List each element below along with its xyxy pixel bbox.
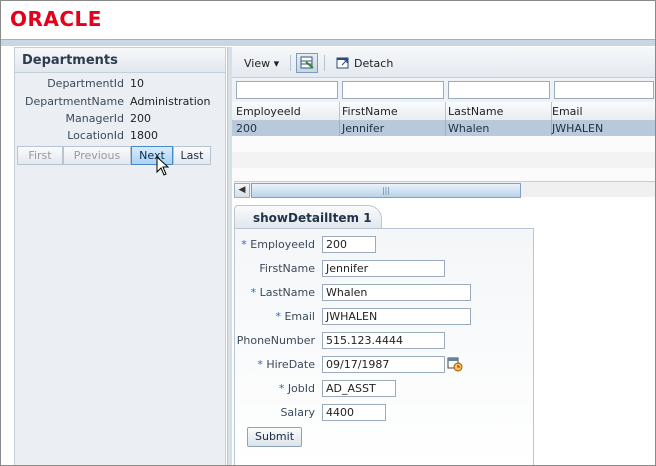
cell-email: JWHALEN <box>552 122 604 135</box>
email-input[interactable]: JWHALEN <box>322 308 471 325</box>
mouse-cursor-icon <box>156 156 170 176</box>
column-separator[interactable] <box>445 102 446 120</box>
salary-input[interactable]: 4400 <box>322 404 386 421</box>
hire-date-label: * HireDate <box>257 358 315 371</box>
employee-id-input[interactable]: 200 <box>322 236 376 253</box>
table-header: EmployeeId FirstName LastName Email <box>232 102 655 121</box>
header-bar <box>1 39 655 46</box>
last-name-input[interactable]: Whalen <box>322 284 471 301</box>
oracle-logo: ORACLE <box>10 7 102 31</box>
department-id-row: DepartmentId 10 <box>15 77 225 93</box>
scrollbar-thumb[interactable]: ||| <box>251 183 521 198</box>
location-id-value: 1800 <box>130 129 158 142</box>
filter-row <box>232 78 655 102</box>
table-toolbar: View ▾ Detach <box>232 47 655 78</box>
manager-id-row: ManagerId 200 <box>15 112 225 128</box>
freeze-button[interactable] <box>296 53 318 73</box>
department-id-value: 10 <box>130 77 144 90</box>
column-header-last-name[interactable]: LastName <box>448 105 503 118</box>
job-id-label: * JobId <box>278 382 315 395</box>
manager-id-value: 200 <box>130 112 151 125</box>
column-separator[interactable] <box>339 102 340 120</box>
filter-first-name[interactable] <box>342 81 444 99</box>
horizontal-scrollbar[interactable]: ◀ ||| <box>234 181 655 198</box>
phone-number-input[interactable]: 515.123.4444 <box>322 332 445 349</box>
filter-employee-id[interactable] <box>236 81 338 99</box>
departments-panel: Departments DepartmentId 10 DepartmentNa… <box>14 47 226 465</box>
departments-panel-header: Departments <box>15 48 225 73</box>
department-id-label: DepartmentId <box>47 77 124 90</box>
table-row[interactable]: 200 Jennifer Whalen JWHALEN <box>232 120 655 136</box>
manager-id-label: ManagerId <box>65 112 124 125</box>
department-name-label: DepartmentName <box>24 95 124 108</box>
detach-button[interactable]: Detach <box>354 57 393 70</box>
toolbar-separator <box>290 55 291 71</box>
employees-area: View ▾ Detach EmployeeId FirstName LastN… <box>232 47 655 465</box>
header: ORACLE <box>1 1 655 39</box>
first-name-label: FirstName <box>259 262 315 275</box>
email-label: * Email <box>275 310 315 323</box>
cell-employee-id: 200 <box>236 122 257 135</box>
scroll-left-arrow-icon[interactable]: ◀ <box>234 183 250 198</box>
job-id-input[interactable]: AD_ASST <box>322 380 396 397</box>
last-name-label: * LastName <box>250 286 315 299</box>
detach-icon <box>336 57 349 69</box>
first-name-input[interactable]: Jennifer <box>322 260 445 277</box>
previous-button[interactable]: Previous <box>63 146 131 165</box>
freeze-columns-icon <box>300 56 314 69</box>
calendar-icon[interactable] <box>447 356 463 372</box>
column-header-email[interactable]: Email <box>552 105 583 118</box>
department-name-value: Administration <box>130 95 211 108</box>
record-navigation: First Previous Next Last <box>17 146 211 165</box>
first-button[interactable]: First <box>17 146 63 165</box>
department-name-row: DepartmentName Administration <box>15 95 225 111</box>
filter-email[interactable] <box>554 81 654 99</box>
employee-id-label: * EmployeeId <box>241 238 315 251</box>
departments-title: Departments <box>22 53 118 68</box>
filter-last-name[interactable] <box>448 81 550 99</box>
location-id-row: LocationId 1800 <box>15 129 225 145</box>
table-empty-area <box>232 136 655 181</box>
cell-last-name: Whalen <box>448 122 490 135</box>
tab-show-detail-item-1[interactable]: showDetailItem 1 <box>234 205 382 230</box>
view-menu[interactable]: View ▾ <box>244 57 279 70</box>
departments-form: DepartmentId 10 DepartmentName Administr… <box>15 73 225 465</box>
salary-label: Salary <box>280 406 315 419</box>
hire-date-input[interactable]: 09/17/1987 <box>322 356 445 373</box>
last-button[interactable]: Last <box>173 146 211 165</box>
column-header-first-name[interactable]: FirstName <box>342 105 398 118</box>
column-header-employee-id[interactable]: EmployeeId <box>236 105 301 118</box>
cell-separator <box>339 120 340 136</box>
cell-separator <box>445 120 446 136</box>
cell-first-name: Jennifer <box>342 122 385 135</box>
toolbar-separator <box>324 55 325 71</box>
location-id-label: LocationId <box>67 129 124 142</box>
tab-label: showDetailItem 1 <box>253 211 372 225</box>
submit-button[interactable]: Submit <box>247 427 302 447</box>
phone-number-label: PhoneNumber <box>236 334 315 347</box>
app-window: ORACLE Departments DepartmentId 10 Depar… <box>0 0 656 466</box>
